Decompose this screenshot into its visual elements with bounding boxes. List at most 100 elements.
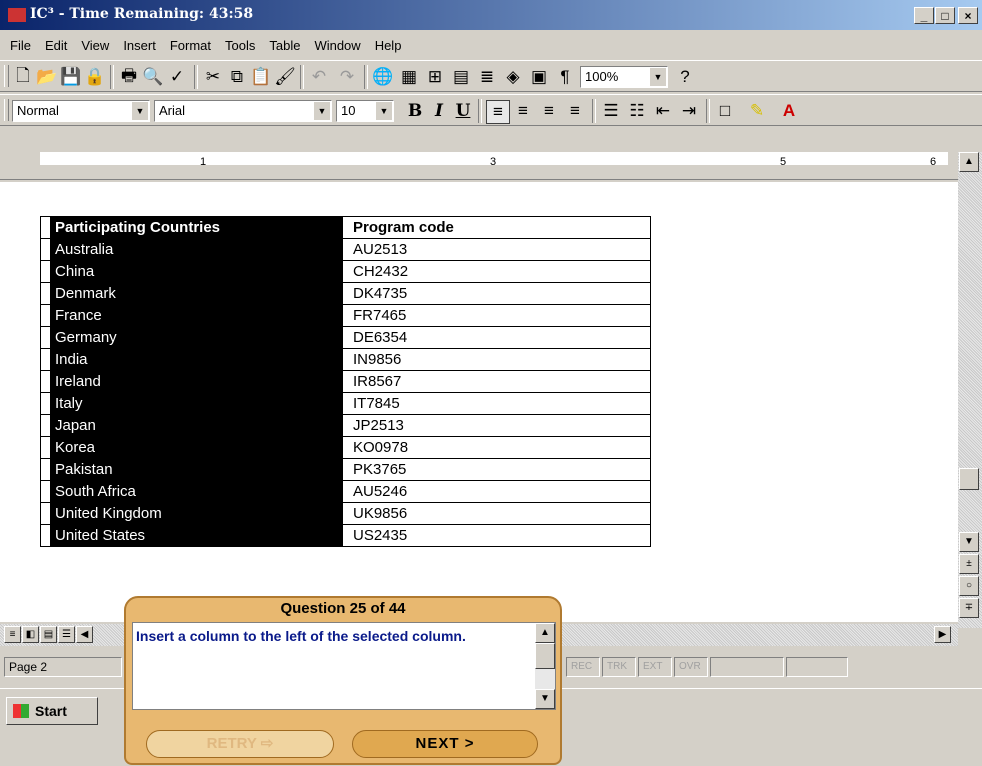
- help-icon[interactable]: ?: [674, 66, 696, 88]
- save-icon[interactable]: 💾: [60, 66, 82, 88]
- start-button[interactable]: Start: [6, 697, 98, 725]
- highlight-icon[interactable]: ✎: [746, 100, 768, 122]
- program-code-cell[interactable]: PK3765: [342, 458, 651, 481]
- underline-button[interactable]: U: [452, 100, 474, 122]
- header-cell[interactable]: Participating Countries: [50, 216, 343, 239]
- program-code-cell[interactable]: AU2513: [342, 238, 651, 261]
- scroll-left-button[interactable]: ◀: [76, 626, 93, 643]
- undo-icon[interactable]: ↶: [308, 66, 330, 88]
- program-code-cell[interactable]: CH2432: [342, 260, 651, 283]
- menu-file[interactable]: File: [0, 34, 38, 58]
- program-code-cell[interactable]: IR8567: [342, 370, 651, 393]
- previous-page-button[interactable]: ±: [959, 554, 979, 574]
- scroll-down-button[interactable]: ▼: [535, 689, 555, 709]
- row-selector[interactable]: [40, 348, 51, 371]
- row-selector[interactable]: [40, 282, 51, 305]
- country-cell[interactable]: Denmark: [50, 282, 343, 305]
- program-code-cell[interactable]: IN9856: [342, 348, 651, 371]
- maximize-button[interactable]: □: [935, 7, 955, 24]
- program-code-cell[interactable]: AU5246: [342, 480, 651, 503]
- spelling-icon[interactable]: ✓: [166, 66, 188, 88]
- italic-button[interactable]: I: [428, 100, 450, 122]
- country-cell[interactable]: India: [50, 348, 343, 371]
- zoom-select[interactable]: 100% ▼: [580, 66, 668, 88]
- country-cell[interactable]: China: [50, 260, 343, 283]
- document-area[interactable]: Participating Countries Program code Austr…: [0, 182, 958, 622]
- decrease-indent-icon[interactable]: ⇤: [652, 100, 674, 122]
- bullets-icon[interactable]: ☷: [626, 100, 648, 122]
- country-cell[interactable]: Australia: [50, 238, 343, 261]
- program-code-cell[interactable]: UK9856: [342, 502, 651, 525]
- tables-borders-icon[interactable]: ▦: [398, 66, 420, 88]
- insert-excel-icon[interactable]: ▤: [450, 66, 472, 88]
- program-code-cell[interactable]: KO0978: [342, 436, 651, 459]
- scroll-down-button[interactable]: ▼: [959, 532, 979, 552]
- menu-format[interactable]: Format: [163, 34, 218, 58]
- menu-tools[interactable]: Tools: [218, 34, 262, 58]
- program-code-cell[interactable]: JP2513: [342, 414, 651, 437]
- ext-indicator[interactable]: EXT: [638, 657, 672, 677]
- open-folder-icon[interactable]: 📂: [36, 66, 58, 88]
- row-selector[interactable]: [40, 260, 51, 283]
- country-table[interactable]: Participating Countries Program code Austr…: [40, 216, 651, 547]
- country-cell[interactable]: Germany: [50, 326, 343, 349]
- scroll-right-button[interactable]: ▶: [934, 626, 951, 643]
- new-document-icon[interactable]: 🗋: [12, 66, 34, 88]
- permission-icon[interactable]: 🔒: [84, 66, 106, 88]
- print-layout-icon[interactable]: ▤: [40, 626, 57, 643]
- country-cell[interactable]: United Kingdom: [50, 502, 343, 525]
- row-selector[interactable]: [40, 392, 51, 415]
- increase-indent-icon[interactable]: ⇥: [678, 100, 700, 122]
- align-right-icon[interactable]: ≡: [538, 100, 560, 122]
- document-map-icon[interactable]: ▣: [528, 66, 550, 88]
- outline-view-icon[interactable]: ☰: [58, 626, 75, 643]
- close-button[interactable]: ×: [958, 7, 978, 24]
- retry-button[interactable]: RETRY ⇨: [146, 730, 334, 758]
- row-selector[interactable]: [40, 216, 51, 239]
- menu-edit[interactable]: Edit: [38, 34, 74, 58]
- country-cell[interactable]: Pakistan: [50, 458, 343, 481]
- minimize-button[interactable]: _: [914, 7, 934, 24]
- next-page-button[interactable]: ∓: [959, 598, 979, 618]
- row-selector[interactable]: [40, 502, 51, 525]
- chevron-down-icon[interactable]: ▼: [376, 102, 392, 120]
- show-hide-icon[interactable]: ¶: [554, 66, 576, 88]
- row-selector[interactable]: [40, 326, 51, 349]
- align-left-icon[interactable]: ≡: [486, 100, 510, 124]
- hyperlink-icon[interactable]: 🌐: [372, 66, 394, 88]
- chevron-down-icon[interactable]: ▼: [650, 68, 666, 86]
- paste-icon[interactable]: 📋: [250, 66, 272, 88]
- redo-icon[interactable]: ↷: [336, 66, 358, 88]
- bold-button[interactable]: B: [404, 100, 426, 122]
- scroll-up-button[interactable]: ▲: [959, 152, 979, 172]
- ovr-indicator[interactable]: OVR: [674, 657, 708, 677]
- menu-window[interactable]: Window: [307, 34, 367, 58]
- row-selector[interactable]: [40, 524, 51, 547]
- menu-view[interactable]: View: [74, 34, 116, 58]
- scroll-up-button[interactable]: ▲: [535, 623, 555, 643]
- insert-table-icon[interactable]: ⊞: [424, 66, 446, 88]
- chevron-down-icon[interactable]: ▼: [132, 102, 148, 120]
- font-color-icon[interactable]: A: [778, 100, 800, 122]
- numbering-icon[interactable]: ☰: [600, 100, 622, 122]
- chevron-down-icon[interactable]: ▼: [314, 102, 330, 120]
- row-selector[interactable]: [40, 436, 51, 459]
- select-browse-object-button[interactable]: ○: [959, 576, 979, 596]
- program-code-cell[interactable]: DK4735: [342, 282, 651, 305]
- country-cell[interactable]: France: [50, 304, 343, 327]
- vertical-scrollbar[interactable]: ▲ ▼ ± ○ ∓: [958, 152, 982, 628]
- country-cell[interactable]: South Africa: [50, 480, 343, 503]
- scroll-thumb[interactable]: [959, 468, 979, 490]
- row-selector[interactable]: [40, 458, 51, 481]
- cut-icon[interactable]: ✂: [202, 66, 224, 88]
- menu-insert[interactable]: Insert: [116, 34, 163, 58]
- print-preview-icon[interactable]: 🔍: [142, 66, 164, 88]
- borders-icon[interactable]: □: [714, 100, 736, 122]
- normal-view-icon[interactable]: ≡: [4, 626, 21, 643]
- program-code-cell[interactable]: US2435: [342, 524, 651, 547]
- font-select[interactable]: Arial ▼: [154, 100, 332, 122]
- style-select[interactable]: Normal ▼: [12, 100, 150, 122]
- program-code-cell[interactable]: FR7465: [342, 304, 651, 327]
- country-cell[interactable]: Italy: [50, 392, 343, 415]
- country-cell[interactable]: Korea: [50, 436, 343, 459]
